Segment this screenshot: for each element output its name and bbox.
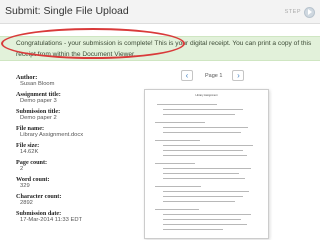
- document-text-line: [163, 229, 223, 230]
- document-text-line: [163, 196, 243, 197]
- document-pager: ‹ Page 1 ›: [181, 70, 245, 81]
- detail-value: 329: [20, 183, 30, 189]
- prev-page-button[interactable]: ‹: [181, 70, 193, 81]
- document-text-line: [163, 219, 241, 220]
- detail-value: 17-Mar-2014 11:33 EDT: [20, 217, 83, 223]
- page-indicator: Page 1: [205, 72, 223, 79]
- document-text-line: [163, 127, 248, 128]
- page-title: Submit: Single File Upload: [5, 5, 129, 17]
- document-text-line: [163, 201, 235, 202]
- document-text-line: [157, 104, 217, 105]
- document-text-line: [163, 109, 243, 110]
- document-text-line: [155, 163, 195, 164]
- detail-value: 2892: [20, 200, 33, 206]
- detail-label: Character count:: [16, 193, 62, 200]
- document-text-line: [163, 168, 251, 169]
- document-text-line: [163, 224, 247, 225]
- detail-submission-date: Submission date: 17-Mar-2014 11:33 EDT: [16, 210, 126, 224]
- document-text-line: [163, 114, 235, 115]
- document-text-line: [163, 214, 251, 215]
- detail-label: Word count:: [16, 176, 50, 183]
- highlight-annotation: [1, 28, 185, 59]
- detail-label: Assignment title:: [16, 91, 61, 98]
- document-text-line: [155, 186, 201, 187]
- detail-author: Author: Susan Bloom: [16, 74, 126, 88]
- detail-character-count: Character count: 2892: [16, 193, 126, 207]
- step-indicator: STEP: [285, 4, 315, 20]
- document-text-line: [163, 191, 249, 192]
- detail-word-count: Word count: 329: [16, 176, 126, 190]
- detail-file-name: File name: Library Assignment.docx: [16, 125, 126, 139]
- receipt-details: Author: Susan Bloom Assignment title: De…: [16, 74, 126, 227]
- detail-label: Submission date:: [16, 210, 62, 217]
- page-header: Submit: Single File Upload STEP: [0, 0, 320, 24]
- detail-value: Demo paper 2: [20, 115, 57, 121]
- detail-file-size: File size: 14.62K: [16, 142, 126, 156]
- detail-value: 2: [20, 166, 24, 172]
- document-text-line: [163, 155, 247, 156]
- detail-label: File name:: [16, 125, 45, 132]
- document-text-line: [155, 122, 205, 123]
- detail-page-count: Page count: 2: [16, 159, 126, 173]
- detail-value: Demo paper 3: [20, 98, 57, 104]
- step-label: STEP: [284, 9, 301, 15]
- next-step-icon[interactable]: [304, 6, 315, 18]
- document-text-line: [163, 145, 253, 146]
- detail-submission-title: Submission title: Demo paper 2: [16, 108, 126, 122]
- document-text-line: [163, 150, 243, 151]
- document-text-line: [155, 140, 200, 141]
- detail-value: 14.62K: [20, 149, 39, 155]
- detail-assignment-title: Assignment title: Demo paper 3: [16, 91, 126, 105]
- document-text-line: [163, 173, 239, 174]
- detail-value: Susan Bloom: [20, 81, 55, 87]
- detail-label: Author:: [16, 74, 38, 81]
- document-text-line: [155, 209, 199, 210]
- next-page-button[interactable]: ›: [232, 70, 245, 81]
- document-title: Library Assignment: [195, 94, 218, 97]
- detail-label: File size:: [16, 142, 40, 149]
- detail-label: Page count:: [16, 159, 48, 166]
- detail-value: Library Assignment.docx: [20, 132, 84, 138]
- document-text-line: [163, 178, 245, 179]
- document-preview[interactable]: Library Assignment: [144, 89, 269, 239]
- detail-label: Submission title:: [16, 108, 61, 115]
- document-text-line: [163, 132, 241, 133]
